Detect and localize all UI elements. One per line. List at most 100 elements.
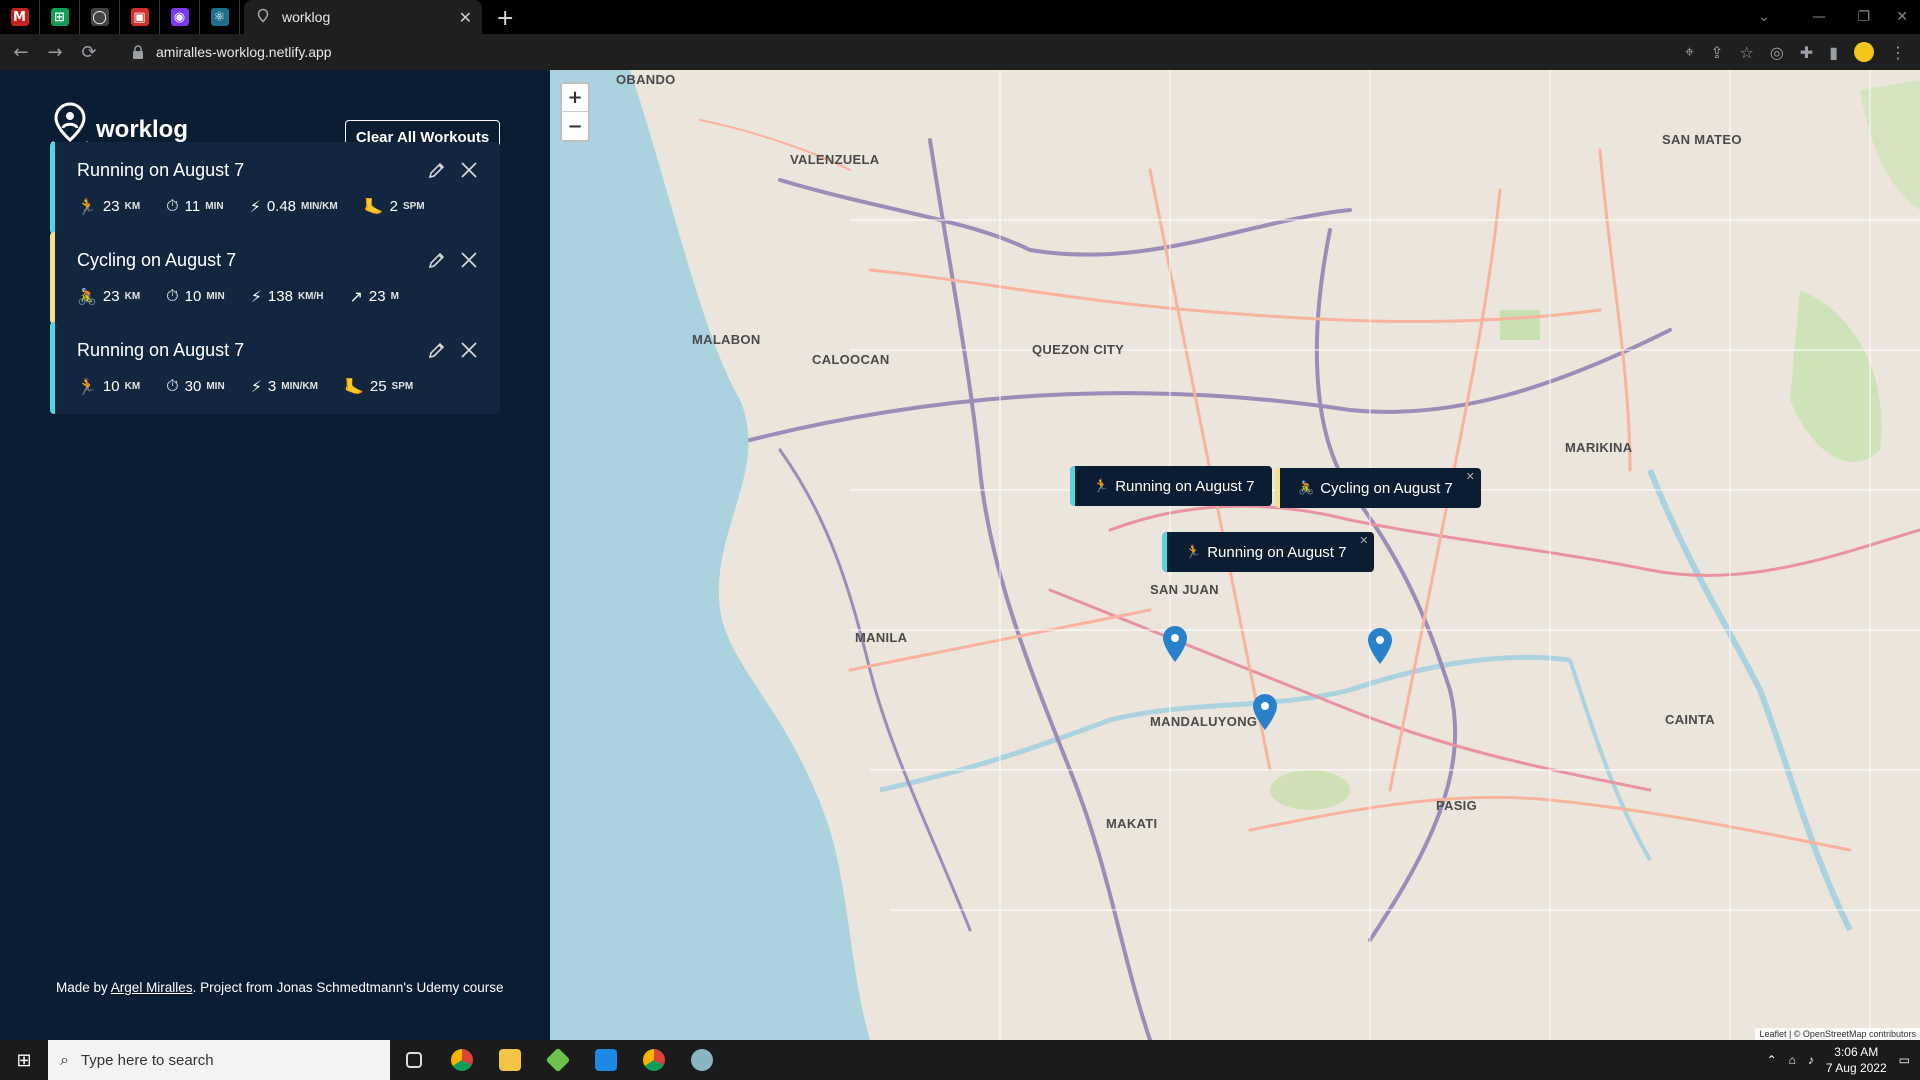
edit-pencil-icon[interactable] bbox=[427, 250, 447, 270]
new-tab-button[interactable]: + bbox=[496, 6, 514, 31]
map-place-label: MARIKINA bbox=[1565, 440, 1633, 455]
map-view[interactable]: + − OBANDO VALENZUELA MALABON CALOOCAN QUEZO… bbox=[550, 70, 1920, 1040]
clock-time: 3:06 AM bbox=[1834, 1045, 1879, 1059]
close-icon[interactable] bbox=[459, 340, 479, 360]
stat-value: 23 bbox=[368, 287, 386, 305]
map-marker-pin-icon[interactable] bbox=[1253, 694, 1277, 730]
chrome-profile-icon[interactable] bbox=[630, 1040, 678, 1080]
zoom-out-button[interactable]: − bbox=[562, 112, 588, 140]
workout-card-running[interactable]: Running on August 7 🏃 23 KM ⏱ 11 MIN ⚡ 0.4… bbox=[50, 142, 500, 234]
edit-pencil-icon[interactable] bbox=[427, 340, 447, 360]
minimize-button[interactable]: — bbox=[1812, 0, 1826, 34]
edit-pencil-icon[interactable] bbox=[427, 160, 447, 180]
forward-button[interactable]: → bbox=[42, 42, 68, 63]
map-place-label: QUEZON CITY bbox=[1032, 342, 1125, 357]
map-popup-running-1[interactable]: 🏃 Running on August 7 bbox=[1070, 466, 1273, 506]
share-icon[interactable]: ⇪ bbox=[1710, 43, 1723, 62]
address-bar[interactable]: amiralles-worklog.netlify.app bbox=[132, 44, 332, 60]
network-icon[interactable]: ⌂ bbox=[1789, 1053, 1796, 1067]
map-place-label: OBANDO bbox=[616, 72, 676, 87]
taskbar-search[interactable]: ⌕ Type here to search bbox=[48, 1040, 390, 1080]
pinned-tab[interactable]: ⚛ bbox=[200, 0, 240, 34]
workout-stat: 🏃 23 KM bbox=[77, 197, 140, 216]
map-marker-pin-icon[interactable] bbox=[1368, 628, 1392, 664]
system-tray: ⌃ ⌂ ♪ 3:06 AM 7 Aug 2022 ▭ bbox=[1767, 1040, 1920, 1080]
location-icon[interactable]: ⌖ bbox=[1685, 42, 1694, 62]
reload-button[interactable]: ⟳ bbox=[76, 42, 102, 63]
notification-icon[interactable]: ▭ bbox=[1899, 1053, 1910, 1067]
workout-stats: 🏃 23 KM ⏱ 11 MIN ⚡ 0.48 MIN/KM 🦶 2 SPM bbox=[77, 196, 451, 216]
git-icon[interactable] bbox=[534, 1040, 582, 1080]
workout-stat: ⏱ 10 MIN bbox=[166, 286, 225, 306]
extension-icon[interactable]: ◎ bbox=[1770, 43, 1784, 62]
pinned-tab[interactable]: ⊞ bbox=[40, 0, 80, 34]
footer-prefix: Made by bbox=[56, 980, 111, 995]
task-view-icon[interactable] bbox=[390, 1040, 438, 1080]
workout-card-running[interactable]: Running on August 7 🏃 10 KM ⏱ 30 MIN ⚡ 3 M… bbox=[50, 322, 500, 414]
popup-text: Cycling on August 7 bbox=[1320, 479, 1453, 497]
zoom-in-button[interactable]: + bbox=[562, 84, 588, 112]
lightning-icon: ⚡ bbox=[250, 376, 262, 396]
clock[interactable]: 3:06 AM 7 Aug 2022 bbox=[1826, 1044, 1887, 1076]
stat-value: 2 bbox=[389, 197, 398, 215]
stat-value: 138 bbox=[267, 287, 293, 305]
pinned-tab[interactable]: ◯ bbox=[80, 0, 120, 34]
close-icon[interactable] bbox=[459, 250, 479, 270]
app-icon: ▣ bbox=[130, 8, 149, 26]
pinned-tab[interactable]: ◉ bbox=[160, 0, 200, 34]
file-explorer-icon[interactable] bbox=[486, 1040, 534, 1080]
workout-stats: 🚴 23 KM ⏱ 10 MIN ⚡ 138 KM/H ↗ 23 M bbox=[77, 286, 425, 306]
workout-card-cycling[interactable]: Cycling on August 7 🚴 23 KM ⏱ 10 MIN ⚡ 138… bbox=[50, 232, 500, 324]
workout-stat: 🦶 25 SPM bbox=[344, 377, 413, 396]
url-text: amiralles-worklog.netlify.app bbox=[156, 44, 332, 60]
map-place-label: CAINTA bbox=[1665, 712, 1715, 727]
sidepanel-icon[interactable]: ▮ bbox=[1829, 43, 1838, 62]
close-window-button[interactable]: ✕ bbox=[1896, 0, 1908, 34]
close-tab-icon[interactable]: ✕ bbox=[459, 8, 472, 27]
pinned-tab[interactable]: M bbox=[0, 0, 40, 34]
stat-unit: MIN/KM bbox=[301, 200, 338, 212]
lightning-icon: ⚡ bbox=[250, 286, 262, 306]
map-popup-running-2[interactable]: 🏃 Running on August 7 ✕ bbox=[1162, 532, 1375, 572]
tab-search-icon[interactable]: ⌄ bbox=[1758, 0, 1770, 34]
menu-icon[interactable]: ⋮ bbox=[1890, 43, 1906, 62]
profile-avatar[interactable] bbox=[1854, 42, 1874, 62]
chevron-up-icon[interactable]: ⌃ bbox=[1767, 1053, 1777, 1067]
footer-credit: Made by Argel Miralles. Project from Jon… bbox=[56, 980, 504, 995]
runner-icon: 🏃 bbox=[77, 376, 97, 396]
workout-title: Cycling on August 7 bbox=[77, 250, 237, 270]
author-link[interactable]: Argel Miralles bbox=[111, 980, 193, 995]
back-button[interactable]: ← bbox=[8, 42, 34, 63]
map-place-label: MAKATI bbox=[1106, 816, 1158, 831]
map-popup-cycling[interactable]: 🚴 Cycling on August 7 ✕ bbox=[1275, 468, 1481, 508]
search-placeholder: Type here to search bbox=[80, 1051, 214, 1069]
close-popup-icon[interactable]: ✕ bbox=[1359, 534, 1368, 547]
vscode-icon[interactable] bbox=[582, 1040, 630, 1080]
volume-icon[interactable]: ♪ bbox=[1808, 1053, 1814, 1067]
chrome-icon[interactable] bbox=[438, 1040, 486, 1080]
workout-stat: 🚴 23 KM bbox=[77, 287, 140, 306]
stat-unit: SPM bbox=[391, 380, 414, 392]
puzzle-icon[interactable]: ✚ bbox=[1800, 43, 1813, 62]
workout-stat: ⚡ 138 KM/H bbox=[251, 287, 324, 306]
app-icon[interactable] bbox=[678, 1040, 726, 1080]
sidebar: worklog Clear All Workouts Running on Au… bbox=[0, 70, 550, 1040]
map-attribution[interactable]: Leaflet | © OpenStreetMap contributors bbox=[1755, 1028, 1920, 1040]
close-icon[interactable] bbox=[459, 160, 479, 180]
map-marker-pin-icon[interactable] bbox=[1163, 626, 1187, 662]
popup-text: Running on August 7 bbox=[1207, 543, 1347, 561]
stat-unit: KM bbox=[124, 380, 141, 392]
bookmark-star-icon[interactable]: ☆ bbox=[1739, 43, 1753, 62]
app2-icon: ◉ bbox=[170, 8, 189, 26]
cyclist-icon: 🚴 bbox=[1298, 480, 1315, 496]
close-popup-icon[interactable]: ✕ bbox=[1466, 470, 1475, 483]
map-place-label: MALABON bbox=[692, 332, 761, 347]
windows-start-icon[interactable]: ⊞ bbox=[0, 1040, 48, 1080]
workout-stat: ⏱ 11 MIN bbox=[166, 196, 223, 216]
pinned-tab[interactable]: ▣ bbox=[120, 0, 160, 34]
tab-worklog[interactable]: worklog ✕ bbox=[244, 0, 482, 34]
stat-unit: KM bbox=[124, 200, 141, 212]
restore-button[interactable]: ❐ bbox=[1857, 0, 1870, 34]
footer-suffix: . Project from Jonas Schmedtmann's Udemy… bbox=[192, 980, 504, 995]
stat-value: 30 bbox=[184, 377, 202, 395]
